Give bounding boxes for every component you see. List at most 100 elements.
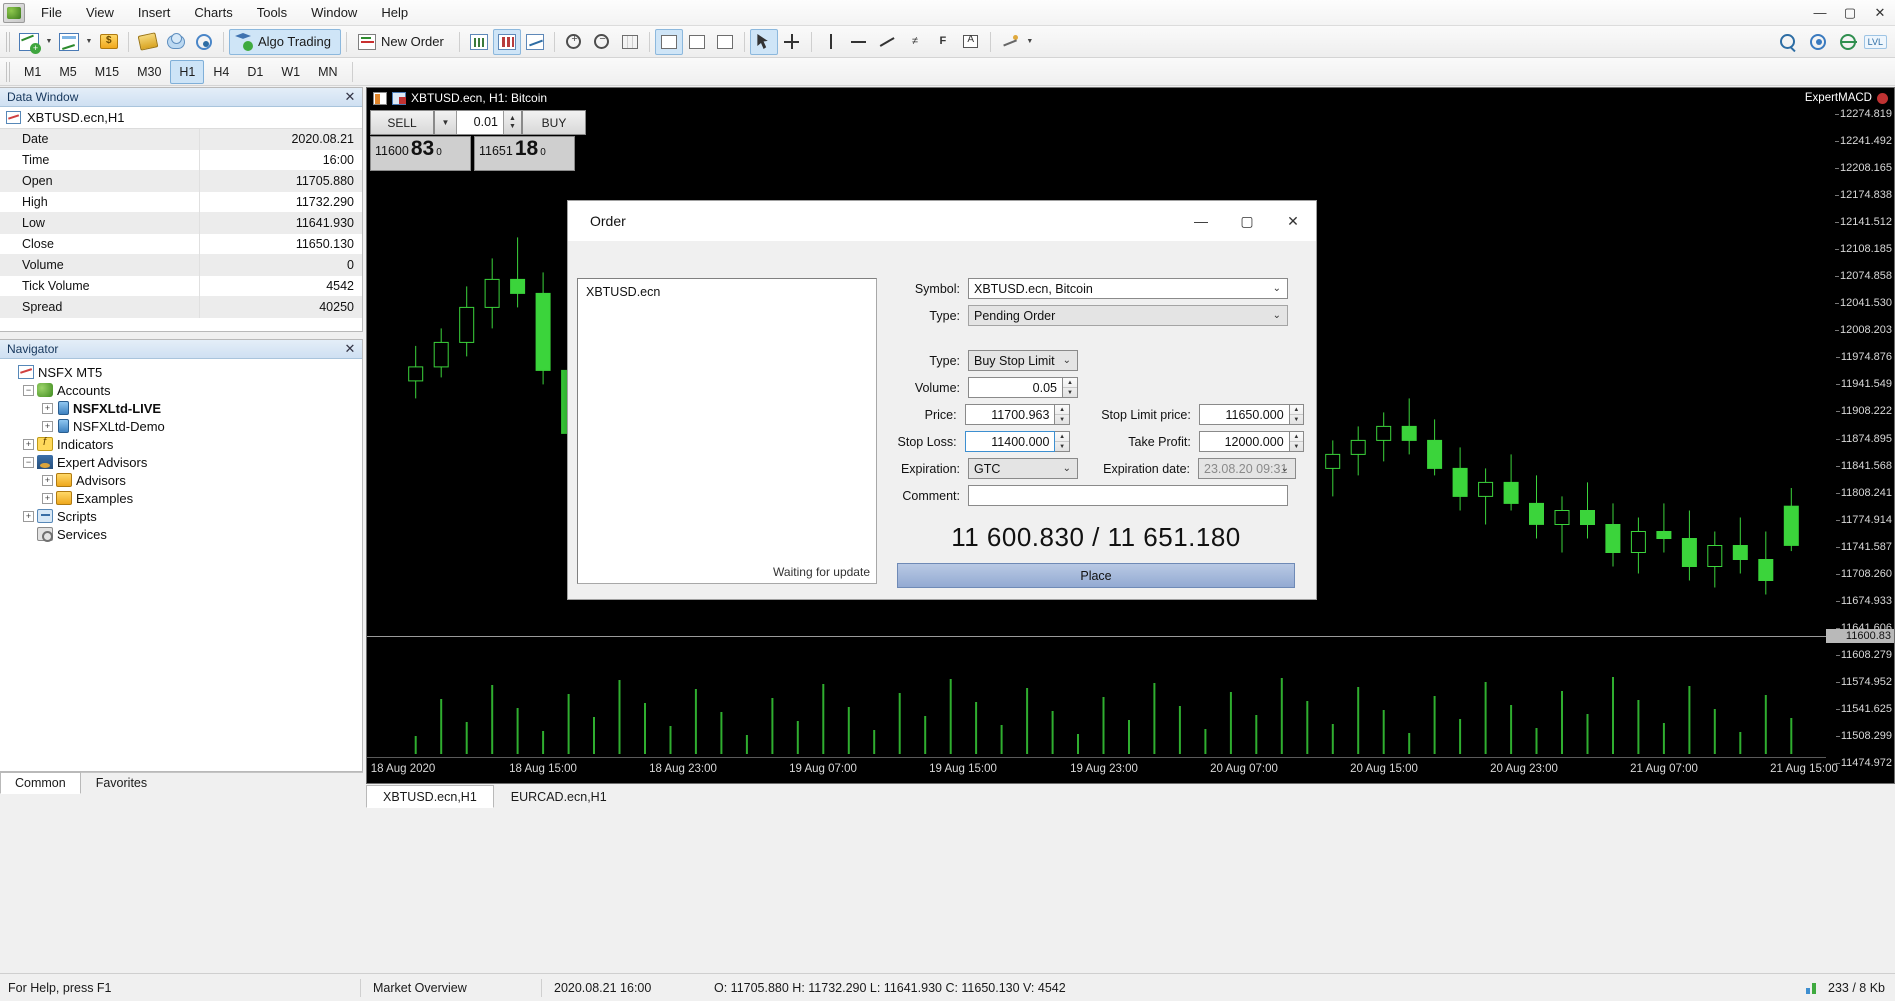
order-minimize-icon[interactable]: — bbox=[1178, 201, 1224, 241]
price-input[interactable]: 11700.963 bbox=[964, 404, 1056, 425]
chart-properties-icon[interactable] bbox=[373, 91, 387, 105]
navigator-item-advisors[interactable]: + Advisors bbox=[4, 471, 362, 489]
crosshair-icon[interactable] bbox=[778, 29, 806, 55]
objects-dropdown-icon[interactable]: ▼ bbox=[1024, 29, 1036, 55]
toolbar-grip[interactable] bbox=[6, 31, 11, 52]
fibonacci-icon[interactable]: F bbox=[929, 29, 957, 55]
collapse-icon[interactable]: − bbox=[23, 456, 34, 468]
period-h1[interactable]: H1 bbox=[170, 59, 205, 84]
collapse-icon[interactable]: − bbox=[23, 384, 34, 396]
navigator-item-services[interactable]: Services bbox=[4, 525, 362, 543]
period-h4[interactable]: H4 bbox=[204, 60, 238, 84]
order-kind-select[interactable]: Pending Order ⌄ bbox=[968, 305, 1288, 326]
candlestick-chart-icon[interactable] bbox=[492, 28, 521, 55]
expiration-date-select[interactable]: 23.08.20 09:31 ⌄ bbox=[1198, 458, 1296, 479]
cursor-icon[interactable] bbox=[749, 28, 778, 55]
chart-window-dropdown-icon[interactable]: ▼ bbox=[83, 29, 95, 55]
data-window-close-icon[interactable]: ✕ bbox=[342, 89, 358, 105]
menu-insert[interactable]: Insert bbox=[126, 0, 183, 25]
symbol-select[interactable]: XBTUSD.ecn, Bitcoin ⌄ bbox=[968, 278, 1288, 299]
order-close-icon[interactable]: ✕ bbox=[1270, 201, 1316, 241]
chart-window-icon[interactable] bbox=[55, 29, 83, 55]
period-m30[interactable]: M30 bbox=[128, 60, 170, 84]
order-maximize-icon[interactable]: ▢ bbox=[1224, 201, 1270, 241]
vertical-line-icon[interactable] bbox=[817, 29, 845, 55]
zoom-in-icon[interactable] bbox=[560, 29, 588, 55]
indicator-close-icon[interactable] bbox=[1877, 92, 1888, 104]
expand-icon[interactable]: + bbox=[23, 510, 34, 522]
navigator-item-nsfx-mt5[interactable]: NSFX MT5 bbox=[4, 363, 362, 381]
comment-input[interactable] bbox=[968, 485, 1288, 506]
place-button[interactable]: Place bbox=[897, 563, 1295, 588]
time-axis[interactable]: 18 Aug 2020 18 Aug 15:00 18 Aug 23:00 19 Au… bbox=[367, 757, 1838, 783]
signals-icon[interactable] bbox=[190, 29, 218, 55]
chart-symbol-icon[interactable] bbox=[392, 91, 406, 105]
line-chart-icon[interactable] bbox=[521, 29, 549, 55]
volume-stepper[interactable]: ▲ ▼ bbox=[1063, 377, 1078, 398]
new-chart-dropdown-icon[interactable]: ▼ bbox=[43, 29, 55, 55]
period-m15[interactable]: M15 bbox=[86, 60, 128, 84]
period-toolbar-grip[interactable] bbox=[6, 61, 11, 82]
menu-tools[interactable]: Tools bbox=[245, 0, 299, 25]
auto-scroll-icon[interactable] bbox=[683, 29, 711, 55]
period-w1[interactable]: W1 bbox=[272, 60, 309, 84]
period-m5[interactable]: M5 bbox=[50, 60, 85, 84]
expand-icon[interactable]: + bbox=[42, 420, 53, 432]
order-symbol-chart-pane[interactable]: XBTUSD.ecn Waiting for update bbox=[577, 278, 877, 584]
expiration-select[interactable]: GTC ⌄ bbox=[968, 458, 1078, 479]
stop-limit-price-input[interactable]: 11650.000 bbox=[1198, 404, 1290, 425]
tab-common[interactable]: Common bbox=[0, 772, 81, 794]
expand-icon[interactable]: + bbox=[42, 492, 53, 504]
menu-charts[interactable]: Charts bbox=[182, 0, 244, 25]
chart-shift-icon[interactable] bbox=[654, 28, 683, 55]
period-m1[interactable]: M1 bbox=[15, 60, 50, 84]
objects-list-icon[interactable] bbox=[996, 29, 1024, 55]
menu-help[interactable]: Help bbox=[369, 0, 420, 25]
search-icon[interactable] bbox=[1774, 29, 1802, 55]
navigator-item-scripts[interactable]: + Scripts bbox=[4, 507, 362, 525]
menu-file[interactable]: File bbox=[29, 0, 74, 25]
account-icon[interactable] bbox=[1804, 29, 1832, 55]
new-chart-icon[interactable] bbox=[15, 29, 43, 55]
stop-limit-price-stepper[interactable]: ▲ ▼ bbox=[1289, 404, 1304, 425]
volume-input[interactable]: 0.05 bbox=[968, 377, 1063, 398]
data-window-icon[interactable] bbox=[162, 29, 190, 55]
profiles-icon[interactable] bbox=[95, 29, 123, 55]
bar-chart-icon[interactable] bbox=[465, 29, 493, 55]
grid-icon[interactable] bbox=[616, 29, 644, 55]
expand-icon[interactable]: + bbox=[42, 402, 53, 414]
language-icon[interactable] bbox=[1834, 29, 1862, 55]
stop-loss-input[interactable]: 11400.000 bbox=[964, 431, 1056, 452]
equidistant-channel-icon[interactable]: ≠ bbox=[901, 29, 929, 55]
chart-tab-eurcad[interactable]: EURCAD.ecn,H1 bbox=[494, 785, 624, 808]
algo-trading-button[interactable]: Algo Trading bbox=[229, 28, 341, 55]
maximize-icon[interactable]: ▢ bbox=[1835, 0, 1865, 26]
take-profit-input[interactable]: 12000.000 bbox=[1198, 431, 1290, 452]
market-watch-icon[interactable] bbox=[134, 29, 162, 55]
navigator-item-accounts[interactable]: − Accounts bbox=[4, 381, 362, 399]
expand-icon[interactable]: + bbox=[42, 474, 53, 486]
period-mn[interactable]: MN bbox=[309, 60, 346, 84]
chart-tab-xbtusd[interactable]: XBTUSD.ecn,H1 bbox=[366, 785, 494, 808]
navigator-item-indicators[interactable]: + Indicators bbox=[4, 435, 362, 453]
period-d1[interactable]: D1 bbox=[238, 60, 272, 84]
price-axis[interactable]: 12274.819 12241.492 12208.165 12174.838 1214… bbox=[1826, 108, 1894, 769]
type-select[interactable]: Buy Stop Limit ⌄ bbox=[968, 350, 1078, 371]
text-label-icon[interactable] bbox=[957, 29, 985, 55]
horizontal-line-icon[interactable] bbox=[845, 29, 873, 55]
take-profit-stepper[interactable]: ▲ ▼ bbox=[1289, 431, 1304, 452]
navigator-item-expert-advisors[interactable]: − Expert Advisors bbox=[4, 453, 362, 471]
navigator-item-examples[interactable]: + Examples bbox=[4, 489, 362, 507]
navigator-item-nsfxltd-demo[interactable]: + NSFXLtd-Demo bbox=[4, 417, 362, 435]
price-stepper[interactable]: ▲ ▼ bbox=[1055, 404, 1070, 425]
zoom-out-icon[interactable] bbox=[588, 29, 616, 55]
tab-favorites[interactable]: Favorites bbox=[81, 772, 162, 794]
expand-icon[interactable]: + bbox=[23, 438, 34, 450]
navigator-item-nsfxltd-live[interactable]: + NSFXLtd-LIVE bbox=[4, 399, 362, 417]
trend-line-icon[interactable] bbox=[873, 29, 901, 55]
order-dialog[interactable]: Order — ▢ ✕ XBTUSD.ecn Waiting for updat… bbox=[567, 200, 1317, 600]
minimize-icon[interactable]: — bbox=[1805, 0, 1835, 26]
templates-icon[interactable] bbox=[711, 29, 739, 55]
close-icon[interactable]: ✕ bbox=[1865, 0, 1895, 26]
new-order-button[interactable]: New Order bbox=[352, 29, 454, 55]
